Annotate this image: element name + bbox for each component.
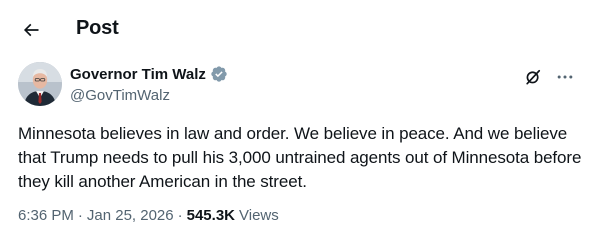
post-time[interactable]: 6:36 PM xyxy=(18,207,74,224)
more-icon[interactable] xyxy=(554,66,576,88)
grok-icon[interactable] xyxy=(522,66,544,88)
post-date[interactable]: Jan 25, 2026 xyxy=(87,207,174,224)
author-handle[interactable]: @GovTimWalz xyxy=(70,87,170,104)
views-label: Views xyxy=(239,207,279,224)
post-author: Governor Tim Walz @GovTimWalz xyxy=(18,62,580,108)
avatar-portrait xyxy=(18,62,62,106)
verified-badge-icon[interactable] xyxy=(210,65,228,83)
back-button[interactable] xyxy=(14,13,48,47)
arrow-left-icon xyxy=(23,23,39,37)
views-count[interactable]: 545.3K xyxy=(187,207,235,224)
post-meta: 6:36 PM · Jan 25, 2026 · 545.3K Views xyxy=(18,207,279,224)
author-name[interactable]: Governor Tim Walz xyxy=(70,66,206,83)
post-text: Minnesota believes in law and order. We … xyxy=(18,124,582,191)
post-actions xyxy=(522,66,576,88)
author-name-row: Governor Tim Walz xyxy=(70,65,228,83)
page-title: Post xyxy=(76,17,119,39)
post-header: Post xyxy=(0,0,598,58)
meta-separator: · xyxy=(77,207,83,224)
meta-separator: · xyxy=(177,207,183,224)
avatar[interactable] xyxy=(18,62,62,106)
